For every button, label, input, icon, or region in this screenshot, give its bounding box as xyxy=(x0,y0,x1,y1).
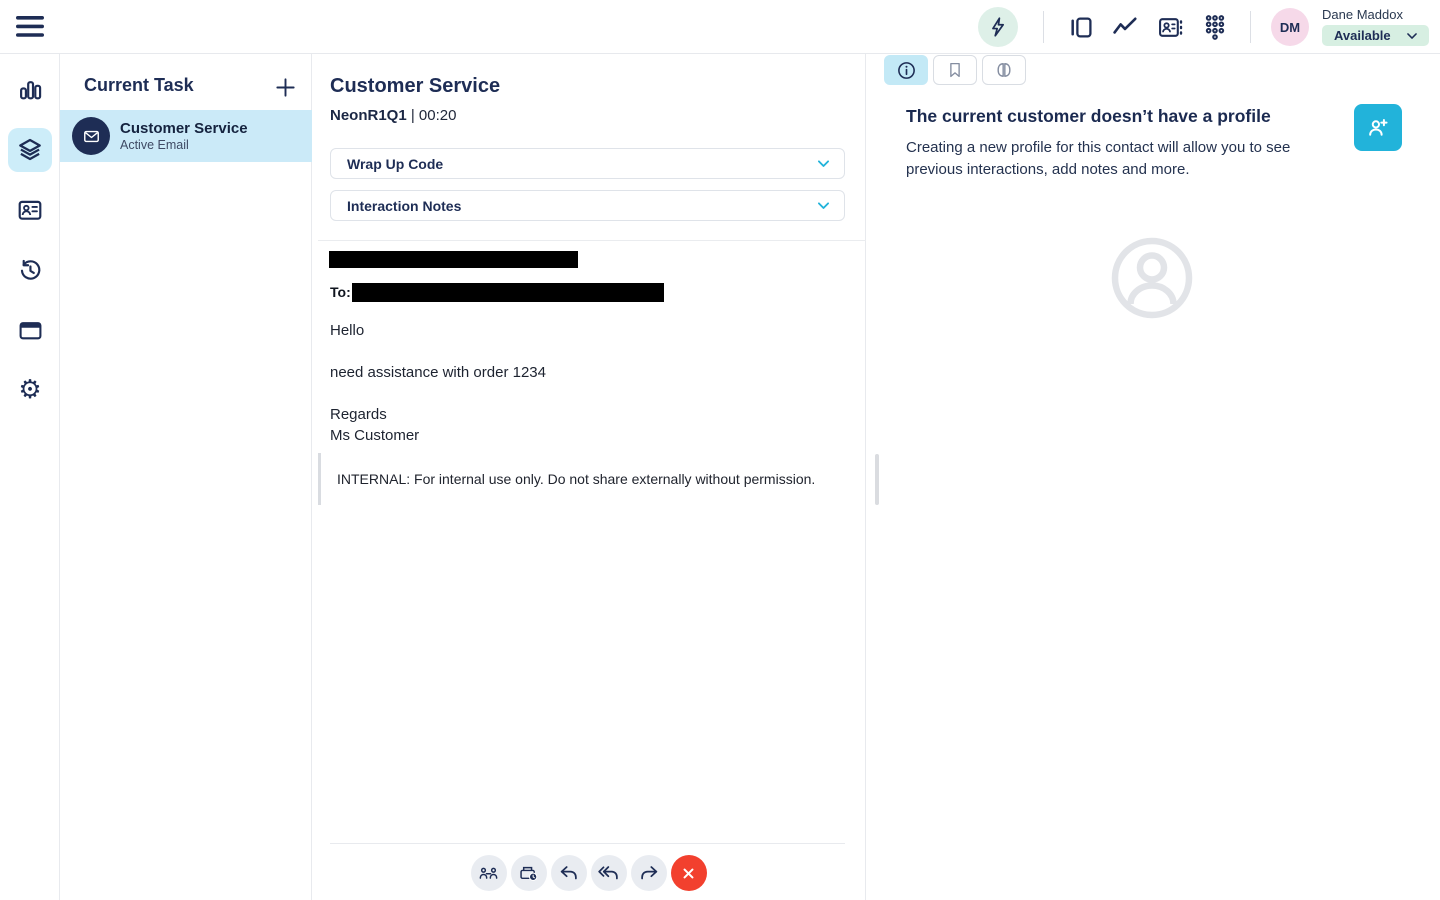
app-window: DM Dane Maddox Available ⚙ Current Task … xyxy=(0,0,1440,900)
panels-icon xyxy=(1068,15,1093,40)
reply-all-button[interactable] xyxy=(590,855,627,891)
transfer-button[interactable] xyxy=(470,855,507,891)
create-profile-button[interactable] xyxy=(1354,104,1402,151)
interaction-id: NeonR1Q1 xyxy=(330,107,407,124)
directory-button[interactable] xyxy=(1153,11,1187,43)
brain-icon xyxy=(994,60,1014,80)
sidebar-item-windows[interactable] xyxy=(8,308,52,352)
contact-card-icon xyxy=(17,197,43,223)
user-avatar[interactable]: DM xyxy=(1271,8,1309,46)
topbar-divider xyxy=(1250,11,1251,43)
email-to-label: To: xyxy=(330,284,351,300)
task-list-item[interactable]: Customer Service Active Email xyxy=(60,110,312,162)
task-item-title: Customer Service xyxy=(120,119,248,137)
email-action-toolbar xyxy=(312,855,865,891)
email-body-line: Hello xyxy=(330,322,365,339)
accordion-label: Interaction Notes xyxy=(347,197,462,214)
reply-all-icon xyxy=(597,862,620,884)
bar-chart-icon xyxy=(18,78,43,103)
forward-icon xyxy=(638,862,660,884)
sidebar-item-activity[interactable] xyxy=(8,68,52,112)
current-task-panel: Current Task Customer Service Active Ema… xyxy=(60,54,312,900)
interaction-panel: Customer Service NeonR1Q1 | 00:20 Wrap U… xyxy=(312,54,866,900)
hamburger-icon xyxy=(16,15,44,38)
forward-button[interactable] xyxy=(630,855,667,891)
email-header-divider xyxy=(318,240,866,241)
layers-icon xyxy=(17,137,43,163)
apps-dialpad-button[interactable] xyxy=(1198,11,1232,43)
chevron-down-icon xyxy=(815,197,832,214)
no-profile-description: Creating a new profile for this contact … xyxy=(906,139,1291,178)
email-body-line: Ms Customer xyxy=(330,427,420,444)
plus-icon xyxy=(274,76,297,99)
task-panel-title: Current Task xyxy=(84,75,194,95)
no-profile-title: The current customer doesn’t have a prof… xyxy=(906,106,1271,126)
menu-button[interactable] xyxy=(16,15,44,38)
chevron-down-icon xyxy=(1405,29,1419,43)
line-chart-icon xyxy=(1112,14,1138,40)
interaction-timer: 00:20 xyxy=(418,107,457,124)
wrap-up-code-accordion[interactable]: Wrap Up Code xyxy=(330,148,845,179)
toolbar-divider xyxy=(330,843,845,844)
interaction-meta: NeonR1Q1 | 00:20 xyxy=(330,107,456,124)
gear-icon: ⚙ xyxy=(18,375,42,405)
park-email-button[interactable] xyxy=(510,855,547,891)
agent-assist-button[interactable] xyxy=(978,7,1018,47)
avatar-initials: DM xyxy=(1279,19,1301,35)
browser-window-icon xyxy=(18,318,43,343)
performance-button[interactable] xyxy=(1108,11,1142,43)
email-body-line: Regards xyxy=(330,406,387,423)
sidebar-item-history[interactable] xyxy=(8,248,52,292)
close-icon xyxy=(679,864,698,883)
history-clock-icon xyxy=(17,257,43,283)
tab-bookmarks[interactable] xyxy=(933,55,977,85)
reply-icon xyxy=(558,862,580,884)
profile-panel-tabs xyxy=(884,55,1026,85)
email-task-badge xyxy=(72,117,110,155)
profile-placeholder-icon xyxy=(1108,234,1196,322)
redacted-subject-bar xyxy=(329,251,578,268)
presence-status-dropdown[interactable]: Available xyxy=(1322,25,1429,46)
info-icon xyxy=(896,60,917,81)
internal-note-text: INTERNAL: For internal use only. Do not … xyxy=(337,471,816,487)
chevron-down-icon xyxy=(815,155,832,172)
people-transfer-icon xyxy=(478,863,499,884)
task-item-subtitle: Active Email xyxy=(120,137,189,152)
sidebar-item-contacts[interactable] xyxy=(8,188,52,232)
interactions-panel-button[interactable] xyxy=(1063,11,1097,43)
park-email-icon xyxy=(518,863,539,884)
accordion-label: Wrap Up Code xyxy=(347,155,444,172)
end-interaction-button[interactable] xyxy=(670,855,707,891)
meta-separator: | xyxy=(406,107,419,124)
user-name: Dane Maddox xyxy=(1322,7,1403,22)
dialpad-icon xyxy=(1205,14,1225,41)
interaction-title: Customer Service xyxy=(330,75,501,97)
bookmark-icon xyxy=(946,61,964,79)
nav-rail: ⚙ xyxy=(0,54,60,900)
interaction-notes-accordion[interactable]: Interaction Notes xyxy=(330,190,845,221)
tab-agent-assist[interactable] xyxy=(982,55,1026,85)
envelope-icon xyxy=(83,128,100,145)
redacted-recipient-bar xyxy=(352,283,664,302)
sidebar-item-interactions[interactable] xyxy=(8,128,52,172)
person-plus-icon xyxy=(1366,115,1391,140)
status-label: Available xyxy=(1334,28,1391,43)
lightning-icon xyxy=(987,16,1009,38)
add-task-button[interactable] xyxy=(272,74,298,100)
contact-card-icon xyxy=(1158,15,1183,40)
panel-scrollbar-thumb[interactable] xyxy=(875,454,879,505)
customer-profile-panel: The current customer doesn’t have a prof… xyxy=(867,54,1440,900)
reply-button[interactable] xyxy=(550,855,587,891)
sidebar-item-settings[interactable]: ⚙ xyxy=(8,368,52,412)
email-body-line: need assistance with order 1234 xyxy=(330,364,546,381)
topbar-divider xyxy=(1043,11,1044,43)
top-bar: DM Dane Maddox Available xyxy=(0,0,1440,54)
internal-note-block: INTERNAL: For internal use only. Do not … xyxy=(318,453,866,505)
tab-profile-info[interactable] xyxy=(884,55,928,85)
